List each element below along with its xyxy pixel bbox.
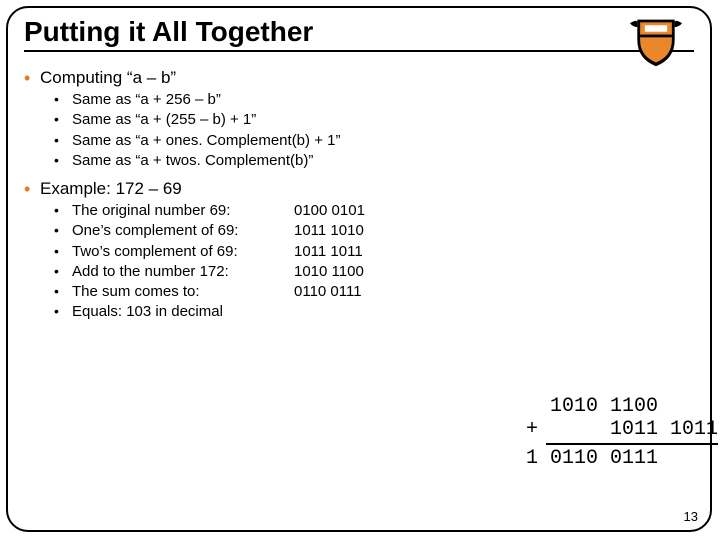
example-label: The original number 69: <box>72 201 282 221</box>
sub-item: Same as “a + 256 – b” <box>54 90 702 110</box>
slide-title: Putting it All Together <box>24 16 694 48</box>
example-sublist: The original number 69: 0100 0101 One’s … <box>16 201 702 323</box>
example-row: Equals: 103 in decimal <box>54 302 702 322</box>
example-binary: 0110 0111 <box>282 282 362 302</box>
computing-sublist: Same as “a + 256 – b” Same as “a + (255 … <box>16 90 702 171</box>
example-row: Two’s complement of 69: 1011 1011 <box>54 242 702 262</box>
title-row: Putting it All Together <box>8 8 710 56</box>
example-binary: 0100 0101 <box>282 201 365 221</box>
example-row: The original number 69: 0100 0101 <box>54 201 702 221</box>
example-label: Two’s complement of 69: <box>72 242 282 262</box>
sum-rule <box>546 443 718 445</box>
bullet-computing: Computing “a – b” <box>16 68 702 88</box>
sub-item: Same as “a + twos. Complement(b)” <box>54 151 702 171</box>
title-underline <box>24 50 694 52</box>
example-row: One’s complement of 69: 1011 1010 <box>54 221 702 241</box>
page-number: 13 <box>684 509 698 524</box>
example-binary: 1011 1011 <box>282 242 363 262</box>
bullet-example: Example: 172 – 69 <box>16 179 702 199</box>
addition-work: 1010 1100 + 1011 1011 1 0110 0111 <box>526 395 718 470</box>
slide-frame: Putting it All Together Computing “a – b… <box>6 6 712 532</box>
sum-result: 1 0110 0111 <box>526 447 718 470</box>
content-area: Computing “a – b” Same as “a + 256 – b” … <box>8 56 710 323</box>
example-label: One’s complement of 69: <box>72 221 282 241</box>
example-binary: 1011 1010 <box>282 221 364 241</box>
example-binary: 1010 1100 <box>282 262 364 282</box>
example-row: The sum comes to: 0110 0111 <box>54 282 702 302</box>
example-label: The sum comes to: <box>72 282 282 302</box>
addend-2: + 1011 1011 <box>526 418 718 441</box>
example-label: Equals: 103 in decimal <box>72 302 282 322</box>
sub-item: Same as “a + (255 – b) + 1” <box>54 110 702 130</box>
example-label: Add to the number 172: <box>72 262 282 282</box>
example-row: Add to the number 172: 1010 1100 <box>54 262 702 282</box>
addend-1: 1010 1100 <box>526 395 718 418</box>
sub-item: Same as “a + ones. Complement(b) + 1” <box>54 131 702 151</box>
princeton-shield-icon <box>628 14 684 70</box>
